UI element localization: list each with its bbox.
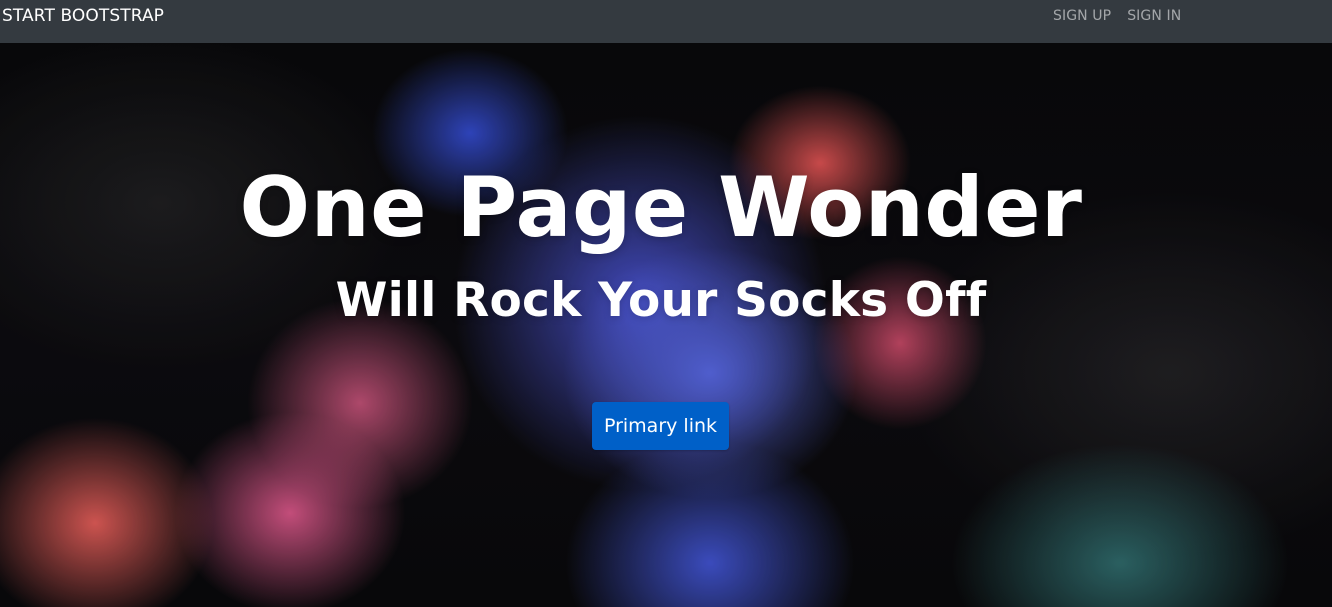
nav-links: SIGN UP SIGN IN (1053, 0, 1181, 32)
top-navbar: START BOOTSTRAP SIGN UP SIGN IN (0, 0, 1332, 43)
brand-link[interactable]: START BOOTSTRAP (2, 0, 164, 32)
hero-title: One Page Wonder (239, 159, 1083, 256)
sign-up-link[interactable]: SIGN UP (1053, 8, 1111, 24)
hero-content: One Page Wonder Will Rock Your Socks Off… (0, 43, 1332, 607)
sign-in-link[interactable]: SIGN IN (1127, 8, 1181, 24)
hero-section: One Page Wonder Will Rock Your Socks Off… (0, 43, 1332, 607)
hero-subtitle: Will Rock Your Socks Off (335, 273, 987, 328)
primary-link-button[interactable]: Primary link (592, 402, 729, 450)
